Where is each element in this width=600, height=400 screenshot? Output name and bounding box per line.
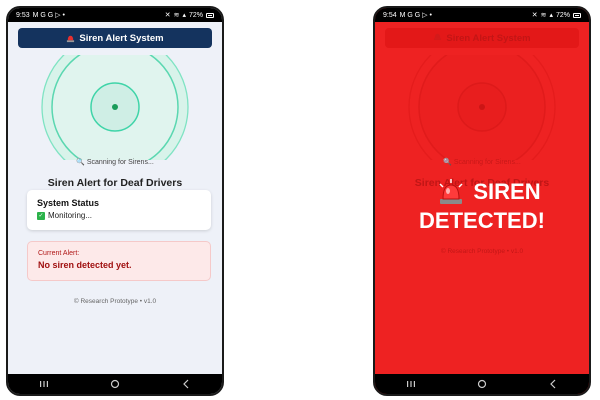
signal-icon: ▴ — [549, 12, 553, 19]
siren-alarm-icon — [437, 178, 465, 206]
recents-button[interactable] — [32, 377, 56, 391]
home-icon — [477, 379, 487, 389]
current-alert-card: Current Alert: No siren detected yet. — [27, 241, 211, 281]
siren-detected-overlay: SIREN DETECTED! — [375, 178, 589, 234]
check-icon: ✓ — [37, 211, 45, 220]
app-screen: 9:53 M G G ▷ • ✕ ≋ ▴ 72% Siren Alert Sys… — [8, 8, 222, 394]
alert-card-label: Current Alert: — [38, 250, 80, 257]
app-screen-alert: 9:54 M G G ▷ • ✕ ≋ ▴ 72% Siren Alert Sys… — [375, 8, 589, 394]
alert-card-value: No siren detected yet. — [38, 260, 132, 270]
recents-icon — [39, 381, 48, 387]
app-header: Siren Alert System — [18, 28, 212, 48]
wifi-icon: ≋ — [173, 12, 180, 19]
magnifier-icon: 🔍 — [443, 159, 452, 166]
app-header-title: Siren Alert System — [446, 32, 531, 44]
phone-normal-state: 9:53 M G G ▷ • ✕ ≋ ▴ 72% Siren Alert Sys… — [6, 6, 224, 396]
radar-display — [41, 55, 189, 160]
magnifier-icon: 🔍 — [76, 159, 85, 166]
back-button[interactable] — [174, 377, 198, 391]
siren-alert-line1: SIREN — [473, 179, 541, 204]
siren-alert-line2: DETECTED! — [419, 208, 545, 233]
app-header-title: Siren Alert System — [79, 32, 164, 44]
back-icon — [183, 379, 189, 389]
siren-icon — [66, 34, 75, 43]
home-button[interactable] — [103, 377, 127, 391]
battery-percent: 72% — [555, 11, 570, 19]
wifi-icon: ≋ — [540, 12, 547, 19]
phone-alert-state: 9:54 M G G ▷ • ✕ ≋ ▴ 72% Siren Alert Sys… — [373, 6, 591, 396]
clock: 9:53 — [16, 11, 30, 19]
home-icon — [110, 379, 120, 389]
footer: © Research Prototype • v1.0 — [440, 248, 524, 255]
back-icon — [550, 379, 556, 389]
nav-bar — [375, 374, 589, 394]
scan-status-text: Scanning for Sirens... — [86, 159, 154, 166]
scan-status-text: Scanning for Sirens... — [453, 159, 521, 166]
scan-status: 🔍 Scanning for Sirens... — [375, 158, 589, 166]
battery-percent: 72% — [188, 11, 203, 19]
status-bar: 9:54 M G G ▷ • ✕ ≋ ▴ 72% — [375, 8, 589, 22]
back-button[interactable] — [541, 377, 565, 391]
status-card-value: ✓ Monitoring... — [37, 211, 201, 220]
siren-icon — [433, 32, 442, 44]
app-header: Siren Alert System — [385, 28, 579, 48]
signal-icon: ▴ — [182, 12, 186, 19]
recents-icon — [406, 381, 415, 387]
status-card-title: System Status — [37, 198, 100, 208]
radar-display-faded — [408, 55, 556, 160]
nav-bar — [8, 374, 222, 394]
clock: 9:54 — [383, 11, 397, 19]
system-status-card: System Status ✓ Monitoring... — [27, 190, 211, 230]
scan-status: 🔍 Scanning for Sirens... — [8, 158, 222, 166]
mute-icon: ✕ — [531, 12, 538, 19]
recents-button[interactable] — [399, 377, 423, 391]
notification-icons: M G G ▷ • — [32, 12, 65, 19]
mute-icon: ✕ — [164, 12, 171, 19]
battery-icon — [206, 12, 214, 18]
status-bar: 9:53 M G G ▷ • ✕ ≋ ▴ 72% — [8, 8, 222, 22]
footer: © Research Prototype • v1.0 — [73, 298, 157, 305]
battery-icon — [573, 12, 581, 18]
app-title: Siren Alert for Deaf Drivers — [47, 177, 183, 189]
status-value-text: Monitoring... — [48, 211, 93, 220]
home-button[interactable] — [470, 377, 494, 391]
notification-icons: M G G ▷ • — [399, 12, 432, 19]
